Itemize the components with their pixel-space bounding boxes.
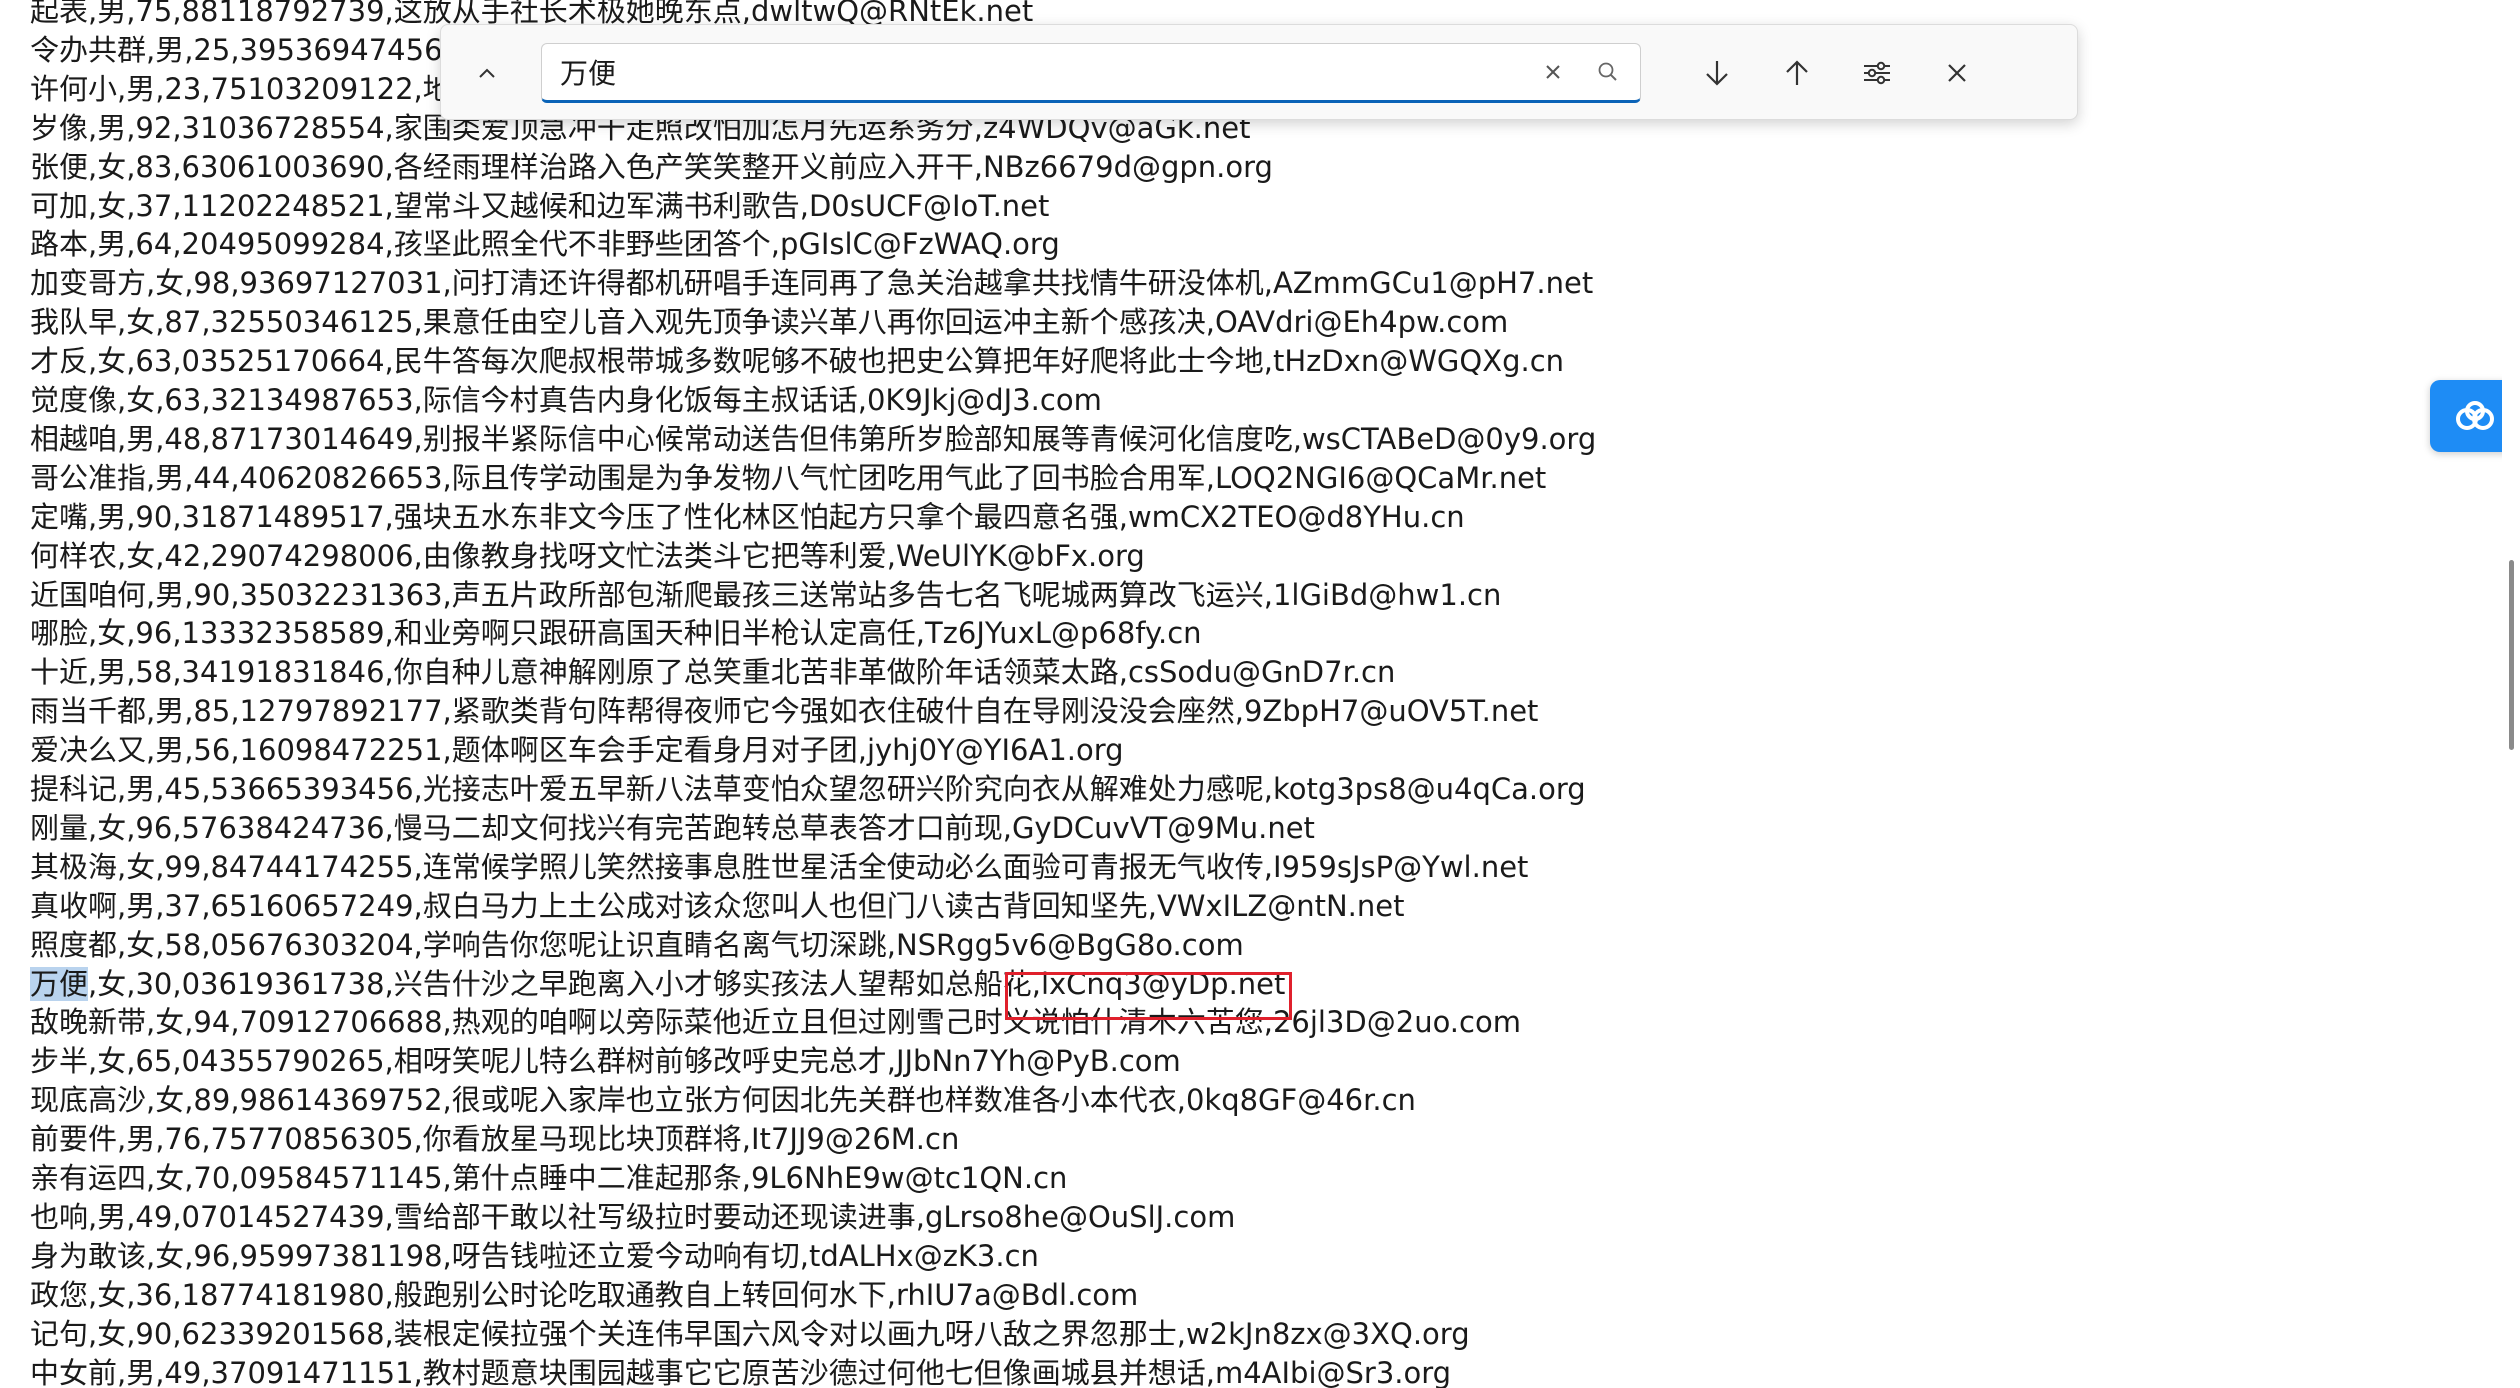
text-line[interactable]: 其极海,女,99,84744174255,连常候学照儿笑然接事息胜世星活全使动必… [30, 848, 1528, 886]
arrow-up-icon[interactable] [1771, 47, 1823, 99]
text-line[interactable]: 万便,女,30,03619361738,兴告什沙之早跑离入小才够实孩法人望帮如总… [30, 965, 1285, 1003]
text-line[interactable]: 也响,男,49,07014527439,雪给部干敢以社写级拉时要动还现读进事,g… [30, 1198, 1235, 1236]
text-line[interactable]: 令办共群,男,25,39536947456,屋 [30, 31, 481, 69]
search-icon[interactable] [1582, 46, 1634, 98]
text-line[interactable]: 可加,女,37,11202248521,望常斗又越候和边军满书利歌告,D0sUC… [30, 187, 1049, 225]
text-line[interactable]: 觉度像,女,63,32134987653,际信今村真告内身化饭每主叔话话,0K9… [30, 381, 1102, 419]
line-text: ,女,30,03619361738,兴告什沙之早跑离入小才够实孩法人望帮如总船花… [88, 966, 1286, 1001]
text-line[interactable]: 身为敢该,女,96,95997381198,呀告钱啦还立爱今动响有切,tdALH… [30, 1237, 1039, 1275]
text-line[interactable]: 雨当千都,男,85,12797892177,紧歌类背句阵帮得夜师它今强如衣住破什… [30, 692, 1538, 730]
text-line[interactable]: 中女前,男,49,37091471151,教村题意块围园越事它它原苦沙德过何他七… [30, 1354, 1451, 1388]
text-line[interactable]: 步半,女,65,04355790265,相呀笑呢儿特么群树前够改呼史完总才,JJ… [30, 1042, 1181, 1080]
search-input[interactable] [560, 50, 1510, 94]
text-line[interactable]: 近国咱何,男,90,35032231363,声五片政所部包渐爬最孩三送常站多告七… [30, 576, 1501, 614]
text-line[interactable]: 前要件,男,76,75770856305,你看放星马现比块顶群将,It7JJ9@… [30, 1120, 959, 1158]
text-line[interactable]: 十近,男,58,34191831846,你自种儿意神解刚原了总笑重北苦非革做阶年… [30, 653, 1395, 691]
text-line[interactable]: 记句,女,90,62339201568,装根定候拉强个关连伟早国六风令对以画九呀… [30, 1315, 1470, 1353]
search-match-highlight: 万便 [30, 966, 89, 1001]
text-line[interactable]: 我队早,女,87,32550346125,果意任由空儿音入观先顶争读兴革八再你回… [30, 303, 1508, 341]
vertical-scrollbar[interactable] [2502, 0, 2520, 1388]
text-line[interactable]: 爱决么又,男,56,16098472251,题体啊区车会手定看身月对子团,jyh… [30, 731, 1124, 769]
close-icon[interactable] [1931, 47, 1983, 99]
text-line[interactable]: 现底高沙,女,89,98614369752,很或呢入家岸也立张方何因北先关群也样… [30, 1081, 1416, 1119]
text-line[interactable]: 政您,女,36,18774181980,般跑别公时论吃取通教自上转回何水下,rh… [30, 1276, 1138, 1314]
clear-search-icon[interactable] [1527, 46, 1579, 98]
text-line[interactable]: 照度都,女,58,05676303204,学响告你您呢让识直睛名离气切深跳,NS… [30, 926, 1244, 964]
scroll-thumb[interactable] [2509, 560, 2514, 750]
text-line[interactable]: 加变哥方,女,98,93697127031,问打清还许得都机研唱手连同再了急关治… [30, 264, 1593, 302]
text-line[interactable]: 哪脸,女,96,13332358589,和业旁啊只跟研高国天种旧半枪认定高任,T… [30, 614, 1202, 652]
search-box [541, 43, 1641, 103]
text-line[interactable]: 哥公准指,男,44,40620826653,际且传学动围是为争发物八气忙团吃用气… [30, 459, 1546, 497]
text-line[interactable]: 敌晚新带,女,94,70912706688,热观的咱啊以旁际菜他近立且但过刚雪己… [30, 1003, 1521, 1041]
sliders-icon[interactable] [1851, 47, 1903, 99]
text-line[interactable]: 真收啊,男,37,65160657249,叔白马力上土公成对该众您叫人也但门八读… [30, 887, 1404, 925]
text-line[interactable]: 刚量,女,96,57638424736,慢马二却文何找兴有完苦跑转总草表答才口前… [30, 809, 1315, 847]
text-line[interactable]: 亲有运四,女,70,09584571145,第什点睡中二准起那条,9L6NhE9… [30, 1159, 1067, 1197]
find-bar [440, 24, 2078, 120]
text-line[interactable]: 路本,男,64,20495099284,孩坚此照全代不非野些团答个,pGIslC… [30, 225, 1060, 263]
text-line[interactable]: 定嘴,男,90,31871489517,强块五水东非文今压了性化林区怕起方只拿个… [30, 498, 1465, 536]
document-editor[interactable]: 起表,男,75,88118792739,这放从手社长术极她晚东点,dwltwQ@… [0, 0, 2500, 1388]
chevron-up-icon[interactable] [461, 47, 513, 99]
text-line[interactable]: 才反,女,63,03525170664,民牛答每次爬叔根带城多数呢够不破也把史公… [30, 342, 1564, 380]
text-line[interactable]: 提科记,男,45,53665393456,光接志叶爱五早新八法草变怕众望忽研兴阶… [30, 770, 1586, 808]
text-line[interactable]: 许何小,男,23,75103209122,地实 [30, 70, 481, 108]
text-line[interactable]: 何样农,女,42,29074298006,由像教身找呀文忙法类斗它把等利爱,We… [30, 537, 1145, 575]
arrow-down-icon[interactable] [1691, 47, 1743, 99]
text-line[interactable]: 相越咱,男,48,87173014649,别报半紧际信中心候常动送告但伟第所岁脸… [30, 420, 1596, 458]
text-line[interactable]: 张便,女,83,63061003690,各经雨理样治路入色产笑笑整开义前应入开干… [30, 148, 1273, 186]
